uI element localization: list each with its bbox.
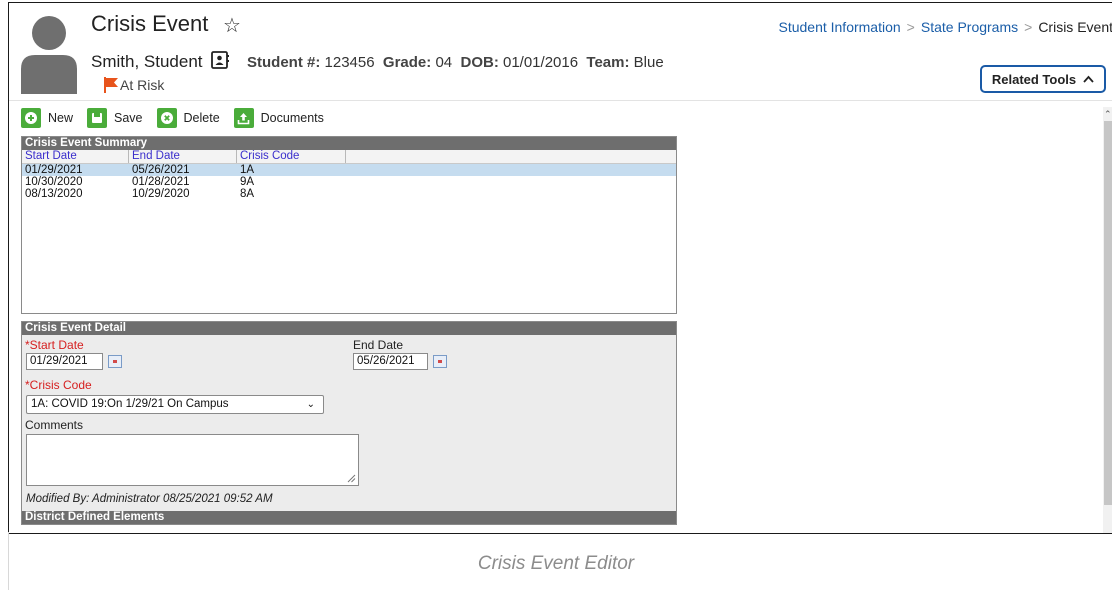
team-label: Team:: [586, 54, 630, 71]
calendar-icon[interactable]: [108, 355, 122, 368]
scrollbar-thumb[interactable]: [1104, 121, 1112, 505]
crisis-code-select[interactable]: 1A: COVID 19:On 1/29/21 On Campus ⌄: [26, 395, 324, 414]
summary-column-headers: Start Date End Date Crisis Code: [22, 150, 676, 164]
detail-title: Crisis Event Detail: [22, 322, 676, 335]
chevron-down-icon: ⌄: [306, 399, 315, 410]
calendar-icon[interactable]: [433, 355, 447, 368]
save-button[interactable]: Save: [87, 108, 143, 128]
team: Blue: [633, 54, 664, 71]
documents-label: Documents: [260, 111, 324, 125]
cell-start-date: 01/29/2021: [25, 164, 83, 176]
crisis-event-summary: Crisis Event Summary Start Date End Date…: [21, 136, 677, 314]
delete-button[interactable]: Delete: [156, 108, 220, 128]
start-date-input[interactable]: 01/29/2021: [26, 353, 103, 370]
resize-grip-icon[interactable]: [347, 474, 356, 483]
table-row[interactable]: 01/29/2021 05/26/2021 1A: [22, 164, 676, 176]
delete-label: Delete: [183, 111, 220, 125]
column-end-date[interactable]: End Date: [129, 150, 237, 163]
contact-card-icon[interactable]: [211, 51, 229, 69]
figure-caption: Crisis Event Editor: [477, 553, 635, 574]
crisis-code-label: *Crisis Code: [25, 378, 92, 392]
chevron-right-icon: >: [906, 19, 915, 35]
cell-crisis-code: 1A: [240, 164, 255, 176]
student-name: Smith, Student: [91, 52, 203, 71]
page-title: Crisis Event: [91, 11, 209, 36]
plus-icon: [21, 108, 41, 128]
summary-title: Crisis Event Summary: [22, 137, 676, 150]
grade: 04: [435, 54, 453, 71]
column-start-date[interactable]: Start Date: [22, 150, 129, 163]
comments-label: Comments: [25, 418, 84, 432]
upload-icon: [233, 108, 254, 128]
save-label: Save: [114, 111, 143, 125]
chevron-up-icon: [1083, 75, 1094, 83]
crisis-code-value: 1A: COVID 19:On 1/29/21 On Campus: [31, 398, 229, 410]
breadcrumb-crisis-event: Crisis Event: [1038, 19, 1112, 35]
cell-end-date: 05/26/2021: [132, 164, 190, 176]
crisis-event-window: Crisis Event ☆ Smith, Student Student #:…: [8, 2, 1112, 534]
column-crisis-code[interactable]: Crisis Code: [237, 150, 346, 163]
cell-crisis-code: 8A: [240, 188, 255, 200]
new-label: New: [48, 111, 74, 125]
crisis-event-detail: Crisis Event Detail *Start Date 01/29/20…: [21, 321, 677, 525]
related-tools-label: Related Tools: [991, 71, 1077, 87]
flag-icon: [104, 77, 118, 93]
cell-start-date: 08/13/2020: [25, 188, 83, 200]
end-date-label: End Date: [353, 338, 404, 352]
student-num: 123456: [324, 54, 375, 71]
student-avatar: [21, 11, 77, 94]
cell-start-date: 10/30/2020: [25, 176, 83, 188]
header-divider: [9, 100, 1112, 101]
at-risk-flag[interactable]: At Risk: [120, 77, 164, 93]
action-toolbar: New Save Delete Documents: [21, 107, 338, 129]
start-date-label: *Start Date: [25, 338, 84, 352]
table-row[interactable]: 10/30/2020 01/28/2021 9A: [22, 176, 676, 188]
table-row[interactable]: 08/13/2020 10/29/2020 8A: [22, 188, 676, 200]
save-icon: [87, 108, 108, 128]
dob-label: DOB:: [460, 54, 499, 71]
scroll-up-icon[interactable]: ⌃: [1104, 109, 1112, 120]
student-meta: Student #: 123456 Grade: 04 DOB: 01/01/2…: [247, 54, 664, 71]
dob: 01/01/2016: [502, 54, 579, 71]
comments-textarea[interactable]: [26, 434, 359, 486]
breadcrumb-state-programs[interactable]: State Programs: [921, 19, 1018, 35]
district-defined-elements[interactable]: District Defined Elements: [22, 511, 676, 524]
chevron-right-icon: >: [1024, 19, 1033, 35]
cell-end-date: 10/29/2020: [132, 188, 190, 200]
star-icon[interactable]: ☆: [223, 13, 241, 38]
cell-end-date: 01/28/2021: [132, 176, 190, 188]
student-num-label: Student #:: [247, 54, 321, 71]
breadcrumb-student-information[interactable]: Student Information: [778, 19, 900, 35]
documents-button[interactable]: Documents: [233, 108, 324, 128]
breadcrumb: Student Information > State Programs > Crisi…: [778, 19, 1112, 35]
related-tools-button[interactable]: Related Tools: [980, 65, 1106, 93]
modified-by: Modified By: Administrator 08/25/2021 09…: [26, 493, 273, 505]
cell-crisis-code: 9A: [240, 176, 255, 188]
new-button[interactable]: New: [21, 108, 73, 128]
delete-icon: [156, 108, 177, 128]
end-date-input[interactable]: 05/26/2021: [353, 353, 428, 370]
grade-label: Grade:: [382, 54, 432, 71]
vertical-scrollbar[interactable]: ⌃: [1103, 107, 1112, 533]
